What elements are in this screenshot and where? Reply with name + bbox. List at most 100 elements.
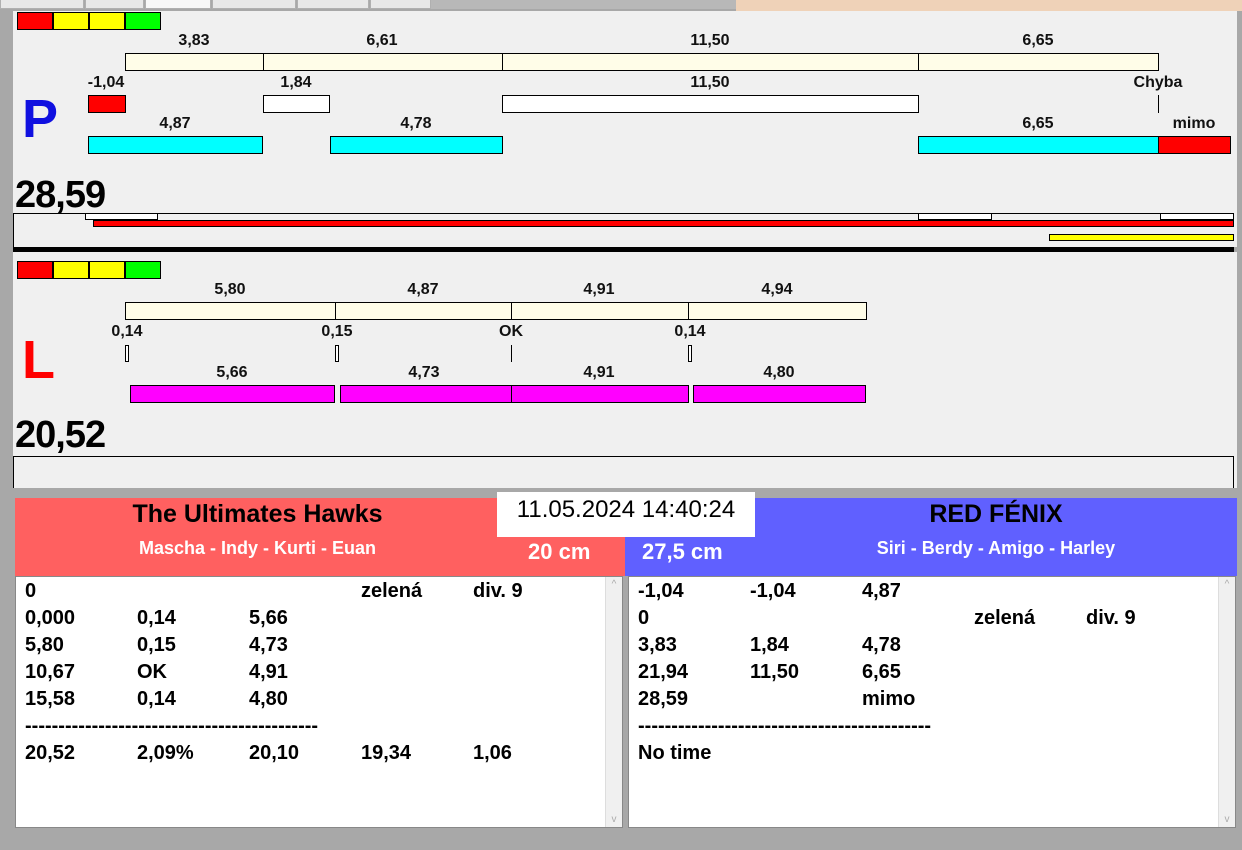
right-team-members: Siri - Berdy - Amigo - Harley xyxy=(876,538,1116,558)
right-results-list[interactable]: ^ v -1,04 -1,04 4,87 0 zelená div. 9 3,83 1,84 4,… xyxy=(628,576,1236,828)
scrollbar[interactable]: ^ v xyxy=(1218,577,1235,827)
diff-bar xyxy=(88,95,126,113)
diff-marker xyxy=(335,345,339,362)
left-results-list[interactable]: ^ v 0 zelená div. 9 0,000 0,14 5,66 5,80 0,15 4,7… xyxy=(15,576,623,828)
list-cell: 28,59 xyxy=(638,688,689,710)
traffic-light-red xyxy=(17,261,53,279)
diff-label: 1,84 xyxy=(280,74,312,91)
diff-marker xyxy=(688,345,692,362)
diff-marker xyxy=(511,345,512,362)
timeline-marker xyxy=(918,213,992,220)
out-bar xyxy=(1158,136,1231,154)
list-cell: 5,66 xyxy=(249,607,288,629)
list-cell: 4,87 xyxy=(862,580,901,602)
list-cell: No time xyxy=(638,742,712,764)
list-cell: div. 9 xyxy=(473,580,523,602)
scrollbar[interactable]: ^ v xyxy=(605,577,622,827)
list-cell: 11,50 xyxy=(750,661,799,683)
tab-5[interactable] xyxy=(297,0,369,9)
left-team-members: Mascha - Indy - Kurti - Euan xyxy=(138,538,377,558)
list-cell: 5,80 xyxy=(25,634,64,656)
run-label: 6,65 xyxy=(1022,115,1054,132)
lane-total: 28,59 xyxy=(15,174,106,216)
timeline-edge xyxy=(13,456,14,488)
list-cell: ----------------------------------------… xyxy=(638,715,932,737)
traffic-light-red xyxy=(17,12,53,30)
left-team-height: 20 cm xyxy=(528,539,591,564)
traffic-light-yellow xyxy=(89,12,125,30)
list-cell: -1,04 xyxy=(638,580,684,602)
diff-label: 0,14 xyxy=(111,323,143,340)
traffic-light-green xyxy=(125,261,161,279)
list-cell: 0,14 xyxy=(137,607,176,629)
lane-total: 20,52 xyxy=(15,414,106,456)
run-bar xyxy=(130,385,335,403)
timeline-yellow-bar xyxy=(1049,234,1234,241)
list-cell: zelená xyxy=(361,580,423,602)
list-cell: 19,34 xyxy=(361,742,412,764)
segment-label: 4,91 xyxy=(583,281,615,298)
timeline-red-bar xyxy=(93,220,1234,227)
segment-bar xyxy=(511,302,689,320)
list-cell: -1,04 xyxy=(750,580,796,602)
diff-marker xyxy=(125,345,129,362)
run-label: 4,80 xyxy=(763,364,795,381)
scroll-down-icon[interactable]: v xyxy=(606,814,622,825)
scroll-down-icon[interactable]: v xyxy=(1219,814,1235,825)
list-cell: zelená xyxy=(974,607,1036,629)
segment-bar xyxy=(502,53,919,71)
traffic-light-yellow xyxy=(53,261,89,279)
traffic-light-yellow xyxy=(89,261,125,279)
tab-4[interactable] xyxy=(212,0,296,9)
timeline-line xyxy=(13,456,1234,457)
run-bar xyxy=(88,136,263,154)
segment-bar xyxy=(125,302,336,320)
run-bar xyxy=(340,385,512,403)
tab-strip-accent xyxy=(736,0,1242,11)
list-cell: OK xyxy=(137,661,167,683)
segment-label: 5,80 xyxy=(214,281,246,298)
list-cell: 21,94 xyxy=(638,661,689,683)
error-label: Chyba xyxy=(1133,74,1183,91)
segment-label: 6,61 xyxy=(366,32,398,49)
list-cell: 3,83 xyxy=(638,634,677,656)
run-bar xyxy=(511,385,689,403)
list-cell: 0,14 xyxy=(137,688,176,710)
run-label: 4,73 xyxy=(408,364,440,381)
tab-6[interactable] xyxy=(370,0,431,9)
list-cell: 10,67 xyxy=(25,661,76,683)
segment-bar xyxy=(688,302,867,320)
scroll-up-icon[interactable]: ^ xyxy=(606,579,622,590)
run-label: 4,78 xyxy=(400,115,432,132)
list-cell: ----------------------------------------… xyxy=(25,715,319,737)
segment-bar xyxy=(125,53,264,71)
run-bar xyxy=(330,136,503,154)
run-label: 5,66 xyxy=(216,364,248,381)
list-cell: 0 xyxy=(25,580,37,602)
segment-bar xyxy=(263,53,503,71)
list-cell: 4,91 xyxy=(249,661,288,683)
list-cell: mimo xyxy=(862,688,916,710)
scroll-up-icon[interactable]: ^ xyxy=(1219,579,1235,590)
list-cell: div. 9 xyxy=(1086,607,1136,629)
tab-1[interactable] xyxy=(0,0,84,9)
list-cell: 1,84 xyxy=(750,634,789,656)
run-label: 4,87 xyxy=(159,115,191,132)
right-team-name: RED FÉNIX xyxy=(929,500,1063,528)
run-bar xyxy=(918,136,1159,154)
diff-label: -1,04 xyxy=(87,74,125,91)
tab-2[interactable] xyxy=(85,0,144,9)
left-team-name: The Ultimates Hawks xyxy=(132,500,383,528)
lane-l-panel xyxy=(13,252,1237,488)
error-tick xyxy=(1158,95,1159,113)
traffic-light-yellow xyxy=(53,12,89,30)
segment-label: 3,83 xyxy=(178,32,210,49)
lane-letter: L xyxy=(22,330,55,390)
diff-label: 0,15 xyxy=(321,323,353,340)
diff-label: 11,50 xyxy=(690,74,730,91)
tab-3[interactable] xyxy=(145,0,211,9)
segment-label: 11,50 xyxy=(690,32,730,49)
segment-bar xyxy=(918,53,1159,71)
list-cell: 4,73 xyxy=(249,634,288,656)
run-bar xyxy=(693,385,866,403)
